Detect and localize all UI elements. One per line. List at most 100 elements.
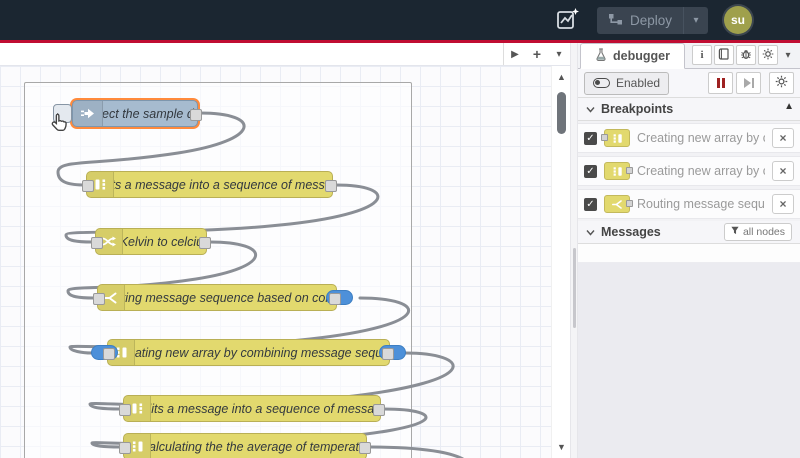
input-port-icon: [601, 133, 608, 141]
breakpoint-label: Routing message sequence based on condit…: [637, 197, 765, 211]
node-label: Routing message sequence based on condit…: [125, 290, 336, 305]
node-split-2[interactable]: Splits a message into a sequence of mess…: [119, 395, 385, 422]
cursor-hand-icon: [50, 112, 70, 139]
messages-filter-button[interactable]: all nodes: [723, 223, 792, 241]
output-port[interactable]: [359, 441, 371, 454]
output-port[interactable]: [190, 108, 202, 121]
close-icon: ×: [779, 164, 787, 178]
breakpoint-row[interactable]: ✓ Creating new array by combining messag…: [578, 123, 800, 153]
output-port[interactable]: [199, 236, 211, 249]
sidebar-tab-buttons: i ▾: [692, 45, 796, 68]
tab-debugger-label: debugger: [613, 49, 670, 63]
check-icon: ✓: [586, 198, 595, 210]
messages-section-header[interactable]: Messages all nodes: [578, 221, 800, 244]
remove-breakpoint-button[interactable]: ×: [772, 128, 794, 148]
output-port[interactable]: [329, 292, 341, 305]
messages-empty-area: [578, 263, 800, 458]
deploy-button[interactable]: Deploy ▾: [596, 6, 708, 34]
flask-icon: [595, 48, 607, 64]
node-red-editor: Deploy ▾ su ▶ + ▾ ect the sample s a mes…: [0, 0, 800, 458]
deploy-merge-icon: [608, 12, 623, 29]
step-button[interactable]: [736, 72, 761, 94]
node-label: Calculating the the average of temperatu…: [151, 439, 366, 454]
breakpoint-checkbox[interactable]: ✓: [584, 164, 597, 178]
input-port[interactable]: [119, 403, 131, 416]
node-label: Splits a message into a sequence of mess…: [114, 177, 332, 192]
deploy-button-main[interactable]: Deploy: [597, 12, 683, 29]
node-join-1[interactable]: Creating new array by combining message …: [91, 339, 406, 366]
scroll-down-icon[interactable]: ▼: [552, 442, 570, 452]
output-port-icon: [626, 166, 633, 174]
flow-list-button[interactable]: ▾: [548, 43, 570, 65]
tab-debugger[interactable]: debugger: [580, 43, 685, 69]
sidebar-resize-handle[interactable]: [570, 43, 578, 458]
messages-title: Messages: [601, 225, 661, 239]
play-icon: ▶: [511, 48, 519, 60]
info-icon: i: [700, 49, 704, 61]
breakpoint-checkbox[interactable]: ✓: [584, 131, 597, 145]
info-tab-button[interactable]: i: [692, 45, 712, 65]
help-tab-button[interactable]: [714, 45, 734, 65]
output-port[interactable]: [382, 347, 394, 360]
workspace: ▶ + ▾ ect the sample s a message into a …: [0, 43, 570, 458]
bug-icon: [740, 48, 752, 63]
breakpoint-checkbox[interactable]: ✓: [584, 197, 597, 211]
funnel-icon: [731, 226, 739, 238]
enabled-label: Enabled: [616, 76, 661, 90]
gear-icon: [762, 48, 774, 63]
node-change[interactable]: Kelvin to celcius: [91, 228, 211, 255]
flow-assistant-button[interactable]: [551, 5, 585, 35]
input-port[interactable]: [82, 179, 94, 192]
debugger-enabled-toggle[interactable]: Enabled: [584, 71, 670, 95]
flow-tab-bar: ▶ + ▾: [0, 43, 570, 66]
close-icon: ×: [779, 197, 787, 211]
add-flow-button[interactable]: +: [526, 43, 548, 65]
debug-tab-button[interactable]: [736, 45, 756, 65]
chevron-down-icon: ▾: [556, 48, 562, 60]
breakpoints-title: Breakpoints: [601, 102, 674, 116]
canvas-vertical-scrollbar[interactable]: ▲ ▼: [551, 66, 570, 458]
pause-button[interactable]: [708, 72, 733, 94]
inject-icon: [73, 101, 103, 126]
scroll-up-icon[interactable]: ▲: [552, 72, 570, 82]
gear-icon: [775, 75, 788, 91]
remove-breakpoint-button[interactable]: ×: [772, 161, 794, 181]
breakpoint-row[interactable]: ✓ Creating new array by combining messag…: [578, 156, 800, 186]
user-avatar[interactable]: su: [724, 6, 752, 34]
join-node-output-icon: [604, 162, 633, 180]
scrollbar-thumb[interactable]: [557, 92, 566, 134]
node-join-2[interactable]: Calculating the the average of temperatu…: [119, 433, 371, 458]
sidebar-scrollbar-thumb[interactable]: [573, 248, 576, 328]
node-switch[interactable]: Routing message sequence based on condit…: [93, 284, 353, 311]
node-split-1[interactable]: Splits a message into a sequence of mess…: [82, 171, 337, 198]
breakpoint-row[interactable]: ✓ Routing message sequence based on cond…: [578, 189, 800, 219]
breakpoints-section-header[interactable]: Breakpoints ▲: [578, 98, 800, 121]
tab-scroll-right-button[interactable]: ▶: [504, 43, 526, 65]
deploy-options-button[interactable]: ▾: [683, 6, 708, 34]
main-menu-button[interactable]: [768, 12, 790, 28]
output-port[interactable]: [325, 179, 337, 192]
node-label: Kelvin to celcius: [123, 234, 206, 249]
book-icon: [718, 47, 730, 63]
debugger-toolbar: Enabled: [578, 69, 800, 98]
sidebar-tab-list-button[interactable]: ▾: [780, 50, 796, 61]
input-port[interactable]: [119, 441, 131, 454]
chevron-down-icon: [586, 229, 595, 236]
node-inject[interactable]: Inject the sample data: [72, 100, 202, 127]
flow-sparkle-icon: [555, 6, 581, 35]
debugger-settings-button[interactable]: [769, 72, 794, 94]
output-port[interactable]: [373, 403, 385, 416]
sidebar: debugger i ▾ Enabled Breakpoints ▲ ✓ Cre…: [578, 43, 800, 458]
settings-tab-button[interactable]: [758, 45, 778, 65]
input-port[interactable]: [93, 292, 105, 305]
input-port[interactable]: [103, 347, 115, 360]
flow-canvas[interactable]: Inject the sample data Splits a message …: [0, 66, 570, 458]
node-label: Splits a message into a sequence of mess…: [151, 401, 380, 416]
remove-breakpoint-button[interactable]: ×: [772, 194, 794, 214]
input-port[interactable]: [91, 236, 103, 249]
messages-filter-label: all nodes: [742, 226, 785, 238]
sidebar-tab-bar: debugger i ▾: [578, 43, 800, 69]
chevron-down-icon: ▾: [693, 14, 699, 26]
main-area: ▶ + ▾ ect the sample s a message into a …: [0, 43, 800, 458]
scroll-up-icon[interactable]: ▲: [784, 101, 794, 112]
